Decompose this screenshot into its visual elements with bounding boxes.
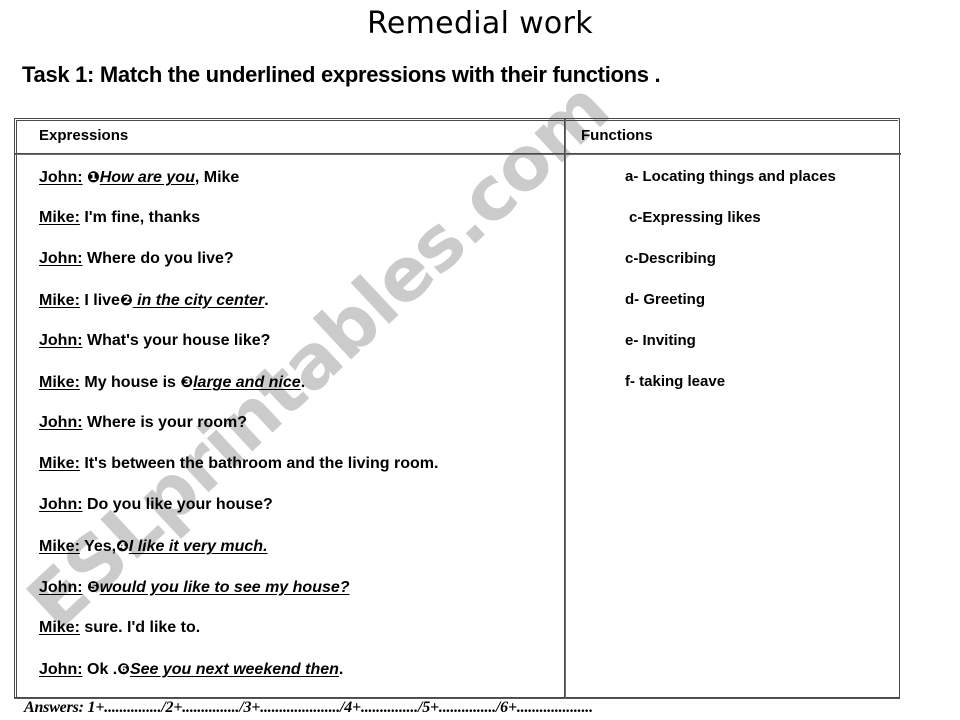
function-item: a- Locating things and places (625, 168, 836, 185)
function-item: f- taking leave (625, 373, 726, 390)
expression-text: sure. I'd like to. (84, 619, 201, 636)
matching-table: Expressions Functions John: ❶How are you… (14, 118, 901, 700)
expression-text: I live (84, 292, 120, 309)
underlined-expression: in the city center (132, 292, 265, 309)
table-header-rule (15, 153, 901, 155)
functions-column: a- Locating things and places c-Expressin… (581, 167, 891, 413)
table-column-divider (564, 119, 566, 699)
speaker-label: John: (39, 414, 83, 431)
expression-row: Mike: I'm fine, thanks (39, 208, 559, 249)
numbered-marker-icon: ❷ (119, 291, 133, 309)
expression-row: John: Where is your room? (39, 413, 559, 454)
underlined-expression: I like it very much. (128, 538, 268, 555)
underlined-expression: large and nice (193, 374, 301, 391)
underlined-expression: How are you (99, 169, 195, 186)
answers-line: Answers: 1+.............../2+...........… (24, 699, 593, 716)
expression-text: I'm fine, thanks (84, 209, 201, 226)
page-title: Remedial work (367, 6, 593, 41)
numbered-marker-icon: ❹ (116, 537, 129, 555)
function-item: c-Describing (625, 250, 716, 267)
expression-row: Mike: It's between the bathroom and the … (39, 454, 559, 495)
speaker-label: John: (39, 250, 83, 267)
expression-text: Do you like your house? (87, 496, 273, 513)
expression-row: John: ❶How are you, Mike (39, 167, 559, 208)
expression-text: It's between the bathroom and the living… (84, 455, 439, 472)
expression-text: What's your house like? (87, 332, 271, 349)
speaker-label: Mike: (39, 209, 80, 226)
speaker-label: Mike: (39, 374, 80, 391)
expression-text: Where do you live? (87, 250, 234, 267)
expression-text: My house is (84, 374, 181, 391)
function-item: c-Expressing likes (629, 209, 761, 226)
expression-text: Yes, (84, 538, 117, 555)
expression-row: John: Where do you live? (39, 249, 559, 290)
expression-row: John: Do you like your house? (39, 495, 559, 536)
numbered-marker-icon: ❻ (117, 660, 130, 678)
expression-text-tail: , Mike (194, 169, 240, 186)
expression-row: John: Ok .❻See you next weekend then. (39, 659, 559, 700)
column-header-functions: Functions (581, 127, 653, 144)
speaker-label: Mike: (39, 538, 80, 555)
expression-row: Mike: Yes,❹I like it very much. (39, 536, 559, 577)
expression-row: Mike: I live❷ in the city center. (39, 290, 559, 331)
expression-text-tail: . (264, 292, 269, 309)
expression-row: Mike: sure. I'd like to. (39, 618, 559, 659)
expression-text-tail: . (338, 661, 344, 678)
function-item: e- Inviting (625, 332, 696, 349)
speaker-label: John: (39, 496, 83, 513)
speaker-label: Mike: (39, 455, 80, 472)
speaker-label: John: (39, 332, 83, 349)
speaker-label: John: (39, 579, 83, 596)
expression-text: Where is your room? (87, 414, 248, 431)
expression-text: Ok . (87, 661, 118, 678)
underlined-expression: See you next weekend then (129, 661, 339, 678)
speaker-label: Mike: (39, 619, 80, 636)
expression-row: John: ❺would you like to see my house? (39, 577, 559, 618)
numbered-marker-icon: ❺ (87, 578, 100, 596)
expression-text-tail: . (300, 374, 306, 391)
expression-row: Mike: My house is ❸large and nice. (39, 372, 559, 413)
numbered-marker-icon: ❸ (180, 373, 194, 391)
function-item: d- Greeting (625, 291, 706, 308)
expression-row: John: What's your house like? (39, 331, 559, 372)
speaker-label: Mike: (39, 292, 80, 309)
task-instruction: Task 1: Match the underlined expressions… (22, 62, 661, 87)
underlined-expression: would you like to see my house? (99, 579, 350, 596)
speaker-label: John: (39, 169, 83, 186)
speaker-label: John: (39, 661, 83, 678)
column-header-expressions: Expressions (39, 127, 129, 144)
expressions-column: John: ❶How are you, Mike Mike: I'm fine, … (39, 167, 559, 700)
numbered-marker-icon: ❶ (87, 168, 100, 186)
